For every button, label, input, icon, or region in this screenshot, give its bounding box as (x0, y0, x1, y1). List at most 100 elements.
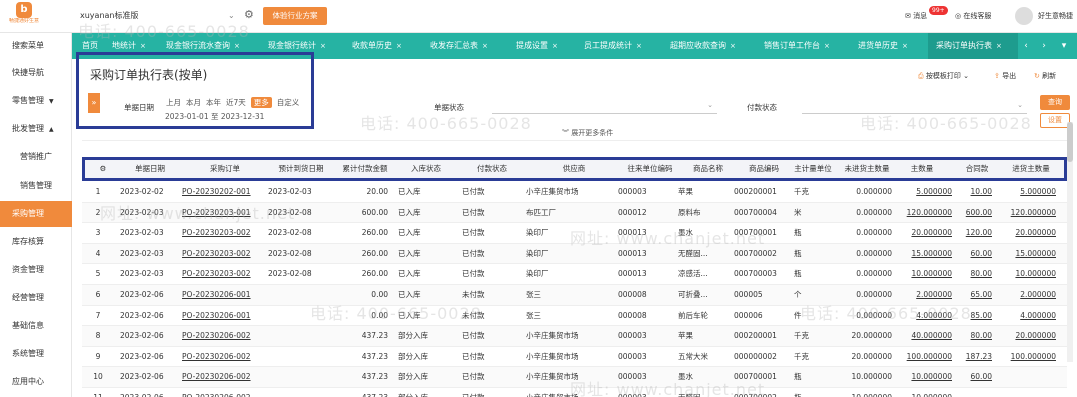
gear-icon[interactable]: ⚙ (244, 9, 256, 21)
table-row[interactable]: 4 2023-02-03 PO-20230203-002 2023-02-08 260.… (82, 243, 1067, 265)
expand-more-filters[interactable]: ︾ 展开更多条件 (562, 128, 613, 138)
range-this-month[interactable]: 本月 (186, 98, 201, 107)
query-button[interactable]: 查询 (1040, 95, 1070, 110)
th-unit[interactable]: 主计量单位 (790, 160, 836, 178)
table-row[interactable]: 5 2023-02-03 PO-20230203-002 2023-02-08 260.… (82, 264, 1067, 285)
close-icon[interactable]: × (824, 42, 830, 50)
th-product-code[interactable]: 商品编码 (737, 160, 791, 178)
tab-scroll-left-icon[interactable]: ‹ (1018, 33, 1034, 59)
th-supplier[interactable]: 供应商 (529, 160, 619, 178)
table-row[interactable]: 8 2023-02-06 PO-20230206-002 437.23 部分入库 已付款 小… (82, 326, 1067, 347)
tab-cash-bank-stats[interactable]: 现金银行统计 × (260, 33, 326, 59)
th-date[interactable]: 单据日期 (123, 160, 177, 178)
tab-cash-bank-flow[interactable]: 现金银行流水查询 × (158, 33, 240, 59)
tab-stock-summary[interactable]: 收发存汇总表 × (422, 33, 488, 59)
th-product-name[interactable]: 商品名称 (681, 160, 735, 178)
table-row[interactable]: 9 2023-02-06 PO-20230206-002 437.23 部分入库 已付款 小… (82, 347, 1067, 368)
po-link[interactable]: PO-20230202-001 (182, 182, 266, 202)
table-row[interactable]: 10 2023-02-06 PO-20230206-002 437.23 部分入库 已付款… (82, 367, 1067, 388)
column-settings-icon[interactable]: ⚙ (95, 160, 111, 178)
sidebar-item-retail[interactable]: 零售管理 ▼ (0, 88, 72, 114)
sidebar-item-search-menu[interactable]: 搜索菜单 (0, 33, 72, 59)
range-last-7-days[interactable]: 近7天 (226, 98, 246, 107)
vertical-scrollbar[interactable] (1067, 122, 1073, 362)
refresh-button[interactable]: ↻ 刷新 (1034, 71, 1056, 81)
sidebar-item-inventory[interactable]: 库存核算 (0, 229, 72, 255)
sidebar-item-funds[interactable]: 资金管理 (0, 257, 72, 283)
tab-stats[interactable]: 地统计 × (104, 33, 146, 59)
po-link[interactable]: PO-20230206-002 (182, 367, 266, 387)
tab-commission-stats[interactable]: 员工提成统计 × (576, 33, 642, 59)
status-select[interactable]: ⌄ (492, 96, 717, 114)
account-selector[interactable]: xuyanan标准版 ⌄ (80, 8, 240, 24)
th-contract-amount[interactable]: 合同款 (957, 160, 997, 178)
tab-receipt-history[interactable]: 收款单历史 × (344, 33, 402, 59)
table-row[interactable]: 1 2023-02-02 PO-20230202-001 2023-02-03 20.0… (82, 182, 1067, 203)
close-icon[interactable]: × (996, 42, 1002, 50)
po-link[interactable]: PO-20230206-002 (182, 388, 266, 397)
th-partner-code[interactable]: 往来单位编码 (621, 160, 679, 178)
range-this-year[interactable]: 本年 (206, 98, 221, 107)
table-row[interactable]: 7 2023-02-06 PO-20230206-001 0.00 已入库 未付款 张三 00… (82, 306, 1067, 327)
pay-status-select[interactable]: ⌄ (802, 96, 1027, 114)
print-button[interactable]: ⎙ 按模板打印 ⌄ (918, 71, 969, 81)
date-range-value[interactable]: 2023-01-01 至 2023-12-31 (165, 111, 264, 122)
expand-panel-icon[interactable]: » (88, 93, 100, 113)
settings-button[interactable]: 设置 (1040, 113, 1070, 128)
po-link[interactable]: PO-20230206-001 (182, 285, 266, 305)
tab-scroll-right-icon[interactable]: › (1036, 33, 1052, 59)
close-icon[interactable]: × (902, 42, 908, 50)
scroll-thumb[interactable] (1067, 122, 1073, 162)
th-unreceived-qty[interactable]: 未进货主数量 (837, 160, 897, 178)
po-link[interactable]: PO-20230203-002 (182, 244, 266, 264)
online-service-button[interactable]: ◎ 在线客服 (955, 11, 1015, 21)
th-pay-status[interactable]: 付款状态 (465, 160, 519, 178)
tab-commission-settings[interactable]: 提成设置 × (508, 33, 558, 59)
tab-overdue-receivable[interactable]: 超期应收款查询 × (662, 33, 736, 59)
sidebar-item-purchase[interactable]: 采购管理 (0, 201, 72, 227)
range-last-month[interactable]: 上月 (166, 98, 181, 107)
sidebar-item-operations[interactable]: 经营管理 (0, 285, 72, 311)
industry-plan-button[interactable]: 体验行业方案 (263, 7, 327, 25)
messages-button[interactable]: ✉ 消息 99+ (905, 6, 948, 21)
th-stock-status[interactable]: 入库状态 (401, 160, 451, 178)
range-more[interactable]: 更多 (250, 97, 272, 108)
sidebar-item-marketing[interactable]: 营销推广 (0, 144, 72, 170)
close-icon[interactable]: × (140, 42, 146, 50)
sidebar-item-wholesale[interactable]: 批发管理 ▲ (0, 116, 72, 142)
close-icon[interactable]: × (234, 42, 240, 50)
table-row[interactable]: 3 2023-02-03 PO-20230203-002 2023-02-08 260.… (82, 223, 1067, 244)
close-icon[interactable]: × (482, 42, 488, 50)
avatar[interactable] (1015, 7, 1033, 25)
sidebar-item-app-center[interactable]: 应用中心 (0, 369, 72, 395)
close-icon[interactable]: × (396, 42, 402, 50)
po-link[interactable]: PO-20230203-001 (182, 203, 266, 223)
th-qty[interactable]: 主数量 (897, 160, 947, 178)
close-icon[interactable]: × (730, 42, 736, 50)
sidebar-item-system[interactable]: 系统管理 (0, 341, 72, 367)
tab-menu-icon[interactable]: ▾ (1056, 33, 1072, 59)
user-name[interactable]: 好生意畅捷 (1038, 11, 1077, 21)
table-row[interactable]: 2 2023-02-03 PO-20230203-001 2023-02-08 600.… (82, 202, 1067, 224)
close-icon[interactable]: × (320, 42, 326, 50)
th-po[interactable]: 采购订单 (185, 160, 265, 178)
po-link[interactable]: PO-20230206-001 (182, 306, 266, 326)
th-paid-amount[interactable]: 累计付款金额 (335, 160, 395, 178)
th-eta[interactable]: 预计到货日期 (271, 160, 331, 178)
tab-sales-order-desk[interactable]: 销售订单工作台 × (756, 33, 830, 59)
app-logo[interactable]: b 畅捷通好生意 (4, 2, 44, 30)
range-custom[interactable]: 自定义 (277, 98, 300, 107)
po-link[interactable]: PO-20230206-002 (182, 326, 266, 346)
po-link[interactable]: PO-20230203-002 (182, 223, 266, 243)
export-button[interactable]: ⇪ 导出 (994, 71, 1016, 81)
tab-purchase-order-execution[interactable]: 采购订单执行表 × (928, 33, 1018, 59)
sidebar-item-basic-info[interactable]: 基础信息 (0, 313, 72, 339)
close-icon[interactable]: × (552, 42, 558, 50)
table-row[interactable]: 6 2023-02-06 PO-20230206-001 0.00 已入库 未付款 张三 00… (82, 285, 1067, 306)
close-icon[interactable]: × (636, 42, 642, 50)
po-link[interactable]: PO-20230206-002 (182, 347, 266, 367)
sidebar-item-quick-nav[interactable]: 快捷导航 (0, 60, 72, 86)
tab-purchase-history[interactable]: 进货单历史 × (850, 33, 908, 59)
sidebar-item-sales[interactable]: 销售管理 (0, 173, 72, 199)
table-row[interactable]: 11 2023-02-06 PO-20230206-002 437.23 部分入库 已付款… (82, 388, 1067, 397)
